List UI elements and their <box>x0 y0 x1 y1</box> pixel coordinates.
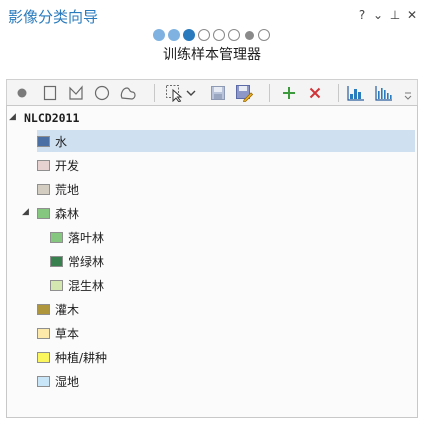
tree-item-forest[interactable]: 森林 <box>37 202 79 224</box>
tree-item-mixed-forest[interactable]: 混生林 <box>50 274 104 296</box>
tree-item-label: 常绿林 <box>68 254 105 269</box>
save-as-icon[interactable] <box>235 84 253 102</box>
add-class-icon[interactable] <box>280 84 298 102</box>
wizard-step-dot[interactable] <box>245 31 254 40</box>
wizard-step-indicator <box>153 29 273 43</box>
toolbar-separator <box>338 84 339 102</box>
save-icon[interactable] <box>209 84 227 102</box>
tree-item-shrubland[interactable]: 灌木 <box>37 298 79 320</box>
histogram-icon[interactable] <box>347 84 365 102</box>
toolbar-overflow-icon[interactable] <box>403 90 413 102</box>
collapse-triangle-icon[interactable]: ◢ <box>22 207 29 217</box>
pin-icon[interactable]: ⊥ <box>388 7 402 23</box>
freehand-tool-icon[interactable] <box>119 84 137 102</box>
title-bar: 影像分类向导 ? ⌄ ⊥ ✕ <box>0 0 424 32</box>
tree-root[interactable]: NLCD2011 <box>24 107 224 129</box>
toolbar-separator <box>154 84 155 102</box>
class-color-swatch[interactable] <box>37 351 50 363</box>
tree-item-developed[interactable]: 开发 <box>37 154 79 176</box>
toolbar-separator <box>269 84 270 102</box>
class-color-swatch[interactable] <box>37 303 50 315</box>
class-color-swatch[interactable] <box>37 207 50 219</box>
wizard-step-dot[interactable] <box>213 29 225 41</box>
tree-item-cultivated[interactable]: 种植/耕种 <box>37 346 107 368</box>
help-icon[interactable]: ? <box>355 7 369 23</box>
tree-item-label: 落叶林 <box>68 230 105 245</box>
wizard-step-dot[interactable] <box>198 29 210 41</box>
tree-root-label: NLCD2011 <box>24 111 80 125</box>
wizard-step-dot-current[interactable] <box>183 29 195 41</box>
wizard-step-dot[interactable] <box>228 29 240 41</box>
circle-tool-icon[interactable] <box>93 84 111 102</box>
tree-item-label: 灌木 <box>55 302 80 317</box>
tree-item-label: 开发 <box>55 158 80 173</box>
class-color-swatch[interactable] <box>37 159 50 171</box>
class-color-swatch[interactable] <box>37 375 50 387</box>
select-tool-icon[interactable] <box>165 84 183 102</box>
tree-item-barren[interactable]: 荒地 <box>37 178 79 200</box>
rectangle-tool-icon[interactable] <box>41 84 59 102</box>
tree-item-label: 水 <box>55 134 68 149</box>
polygon-tool-icon[interactable] <box>67 84 85 102</box>
class-color-swatch[interactable] <box>37 327 50 339</box>
close-icon[interactable]: ✕ <box>405 7 419 23</box>
class-color-swatch[interactable] <box>37 183 50 195</box>
bar-chart-icon[interactable] <box>375 84 393 102</box>
tree-item-water[interactable]: 水 <box>37 130 415 152</box>
tree-item-label: 混生林 <box>68 278 105 293</box>
class-color-swatch[interactable] <box>37 135 50 147</box>
remove-class-icon[interactable] <box>306 84 324 102</box>
tree-item-evergreen-forest[interactable]: 常绿林 <box>50 250 104 272</box>
tree-item-deciduous-forest[interactable]: 落叶林 <box>50 226 104 248</box>
class-tree: ◢ NLCD2011 水 开发 荒地 ◢ 森林 落叶林 常绿林 混生林 灌木 草… <box>6 105 418 418</box>
point-tool-icon[interactable] <box>13 84 31 102</box>
tree-item-label: 荒地 <box>55 182 80 197</box>
wizard-step-title: 训练样本管理器 <box>163 47 261 63</box>
window-title: 影像分类向导 <box>8 8 99 26</box>
tree-item-wetlands[interactable]: 湿地 <box>37 370 79 392</box>
tree-item-label: 湿地 <box>55 374 80 389</box>
chevron-down-icon[interactable] <box>185 84 197 102</box>
tree-item-label: 森林 <box>55 206 80 221</box>
wizard-step-dot[interactable] <box>258 29 270 41</box>
tree-item-label: 种植/耕种 <box>55 350 108 365</box>
tree-item-label: 草本 <box>55 326 80 341</box>
class-color-swatch[interactable] <box>50 255 63 267</box>
tree-item-herbaceous[interactable]: 草本 <box>37 322 79 344</box>
training-sample-toolbar <box>6 79 418 105</box>
class-color-swatch[interactable] <box>50 231 63 243</box>
wizard-step-dot[interactable] <box>168 29 180 41</box>
wizard-step-dot[interactable] <box>153 29 165 41</box>
chevron-down-icon[interactable]: ⌄ <box>371 7 385 23</box>
class-color-swatch[interactable] <box>50 279 63 291</box>
collapse-triangle-icon[interactable]: ◢ <box>9 112 16 122</box>
